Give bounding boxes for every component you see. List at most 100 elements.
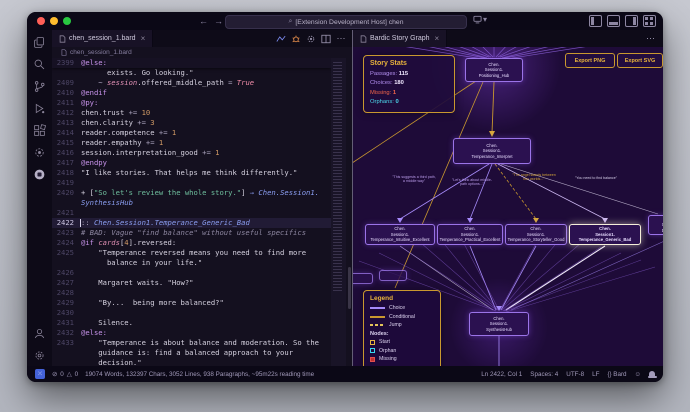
node-death-int[interactable]: Chen. Session1. Death_Int: [648, 215, 663, 235]
account-icon[interactable]: [33, 327, 46, 340]
code-line[interactable]: 2411@py:: [52, 98, 331, 108]
toggle-secondary-sidebar-icon[interactable]: [625, 15, 638, 27]
code-line[interactable]: 2423# BAD: Vague "find balance" without …: [52, 228, 331, 238]
back-icon[interactable]: ←: [199, 14, 208, 28]
split-editor-icon[interactable]: [321, 34, 331, 44]
search-icon[interactable]: [33, 58, 46, 71]
error-icon: ⊘: [52, 371, 57, 378]
code-line[interactable]: 2422:: Chen.Session1.Temperance_Generic_…: [52, 218, 331, 228]
code-line[interactable]: 2421: [52, 208, 331, 218]
graph-tab-bar: Bardic Story Graph × ⋯: [353, 30, 663, 47]
code-line[interactable]: 2415reader.empathy += 1: [52, 138, 331, 148]
code-line[interactable]: SynthesisHub: [52, 198, 331, 208]
node-temperance-interpret[interactable]: Chen. Session1. Temperance_Interpret: [453, 138, 531, 164]
code-line[interactable]: 2426: [52, 268, 331, 278]
clipped-node[interactable]: [379, 270, 407, 281]
code-line[interactable]: 2430: [52, 308, 331, 318]
code-line[interactable]: 2420+ ["So let's review the whole story.…: [52, 188, 331, 198]
editor-scrollbar[interactable]: [346, 58, 352, 366]
code-line[interactable]: 2432@else:: [52, 328, 331, 338]
remote-indicator-icon[interactable]: ⤫: [35, 369, 45, 379]
code-rows[interactable]: 2399@else: exists. Go looking."2409 ~ se…: [52, 58, 331, 366]
code-line[interactable]: 2429 "By... being more balanced?": [52, 298, 331, 308]
story-stats-title: Story Stats: [370, 60, 448, 67]
problems-indicator[interactable]: ⊘0 △0: [52, 371, 78, 378]
minimize-window-button[interactable]: [50, 17, 58, 25]
bardic-extension-icon[interactable]: [33, 146, 46, 159]
settings-gear-icon[interactable]: [33, 349, 46, 362]
node-positioning-hub[interactable]: Chen. Session1. Positioning_Hub: [465, 58, 523, 82]
node-synthesis-hub[interactable]: Chen. Session1. SynthesisHub: [469, 312, 529, 336]
node-temperance-intuitive-excellent[interactable]: Chen. Session1. Temperance_Intuitive_Exc…: [365, 224, 435, 245]
node-temperance-practical-excellent[interactable]: Chen. Session1. Temperance_Practical_Exc…: [437, 224, 503, 245]
tab-chen-session-1[interactable]: chen_session_1.bard ×: [52, 30, 153, 47]
export-png-button[interactable]: Export PNG: [565, 53, 615, 68]
more-actions-icon[interactable]: ⋯: [646, 30, 663, 47]
code-line[interactable]: 2428: [52, 288, 331, 298]
feedback-smiley-icon[interactable]: ☺: [635, 371, 641, 378]
node-temperance-generic-bad[interactable]: Chen. Session1. Temperance_Generic_Bad: [569, 224, 641, 245]
code-line[interactable]: exists. Go looking.": [52, 68, 331, 78]
zoom-window-button[interactable]: [63, 17, 71, 25]
editor-pane: chen_session_1.bard × ⋯ chen_session_1.b…: [52, 30, 353, 366]
cursor-position[interactable]: Ln 2422, Col 1: [481, 371, 522, 378]
node-temperance-storyteller-good[interactable]: Chen. Session1. Temperance_Storyteller_G…: [505, 224, 567, 245]
story-graph-canvas[interactable]: Chen. Session1. Positioning_Hub Chen. Se…: [353, 47, 663, 366]
toggle-panel-icon[interactable]: [607, 15, 620, 27]
code-line[interactable]: 2416session.interpretation_good += 1: [52, 148, 331, 158]
toggle-sidebar-icon[interactable]: [589, 15, 602, 27]
source-control-icon[interactable]: [33, 80, 46, 93]
clipped-node[interactable]: [353, 273, 373, 284]
explorer-icon[interactable]: [33, 36, 46, 49]
close-tab-icon[interactable]: ×: [141, 34, 146, 43]
code-editor[interactable]: 2399@else: exists. Go looking."2409 ~ se…: [52, 58, 352, 366]
extensions-icon[interactable]: [33, 124, 46, 137]
code-line[interactable]: 2399@else:: [52, 58, 331, 68]
code-line[interactable]: 2410@endif: [52, 88, 331, 98]
forward-icon[interactable]: →: [214, 14, 223, 28]
run-debug-icon[interactable]: [33, 102, 46, 115]
file-icon: [59, 35, 66, 43]
indentation[interactable]: Spaces: 4: [530, 371, 558, 378]
edge-label: "This suggests a third path, a middle wa…: [391, 175, 437, 184]
close-window-button[interactable]: [37, 17, 45, 25]
document-stats[interactable]: 19074 Words, 132397 Chars, 3052 Lines, 9…: [85, 371, 314, 378]
notifications-bell-icon[interactable]: [649, 371, 655, 376]
code-line[interactable]: 2431 Silence.: [52, 318, 331, 328]
export-svg-button[interactable]: Export SVG: [617, 53, 663, 68]
code-line[interactable]: 2413chen.clarity += 3: [52, 118, 331, 128]
command-center-search[interactable]: ⌕ [Extension Development Host] chen: [225, 15, 467, 29]
story-graph-icon[interactable]: [276, 34, 286, 44]
code-line[interactable]: 2419: [52, 178, 331, 188]
tab-bardic-story-graph[interactable]: Bardic Story Graph ×: [353, 30, 447, 47]
code-line[interactable]: 2424@if cards[4].reversed:: [52, 238, 331, 248]
code-line[interactable]: 2417@endpy: [52, 158, 331, 168]
code-line[interactable]: 2425 "Temperance reversed means you need…: [52, 248, 331, 258]
code-line[interactable]: balance in your life.": [52, 258, 331, 268]
code-line[interactable]: 2433 "Temperance is about balance and mo…: [52, 338, 331, 348]
breadcrumb[interactable]: chen_session_1.bard: [52, 47, 352, 58]
code-line[interactable]: 2418"I like stories. That helps me think…: [52, 168, 331, 178]
code-line[interactable]: 2427 Margaret waits. "How?": [52, 278, 331, 288]
monitor-icon: [473, 15, 482, 24]
language-mode[interactable]: {} Bard: [607, 371, 626, 378]
eol-sequence[interactable]: LF: [592, 371, 599, 378]
code-line[interactable]: 2414reader.competence += 1: [52, 128, 331, 138]
customize-layout-icon[interactable]: [643, 15, 656, 27]
scrollbar-thumb[interactable]: [348, 267, 351, 309]
code-line[interactable]: 2412chen.trust += 10: [52, 108, 331, 118]
minimap[interactable]: [331, 58, 346, 366]
code-line[interactable]: 2409 ~ session.offered_middle_path = Tru…: [52, 78, 331, 88]
activity-bar: [27, 30, 52, 366]
debug-extension-icon[interactable]: [291, 34, 301, 44]
extension-badge-icon[interactable]: [33, 168, 46, 181]
encoding[interactable]: UTF-8: [566, 371, 584, 378]
code-line[interactable]: guidance is: find a balanced approach to…: [52, 348, 331, 358]
more-actions-icon[interactable]: ⋯: [336, 34, 346, 44]
stat-choices: Choices: 180: [370, 79, 448, 88]
close-tab-icon[interactable]: ×: [435, 34, 440, 43]
legend-choice: Choice: [370, 305, 434, 311]
code-line[interactable]: decision.": [52, 358, 331, 366]
gear-icon[interactable]: [306, 34, 316, 44]
run-task-dropdown[interactable]: ▾: [473, 15, 487, 24]
